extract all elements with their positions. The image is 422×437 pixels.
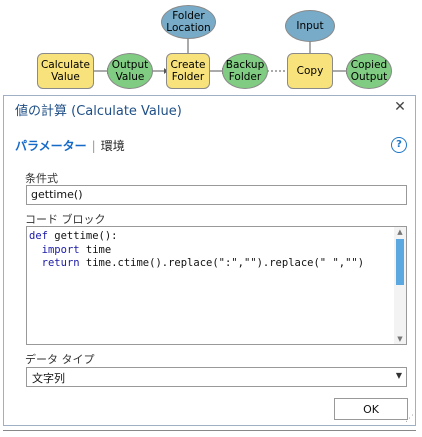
resize-grip-icon[interactable]: ⋰	[405, 414, 414, 424]
copy-node[interactable]: Copy	[287, 53, 333, 89]
dialog-tabs: パラメーター | 環境	[15, 137, 125, 155]
calculate-value-dialog: 値の計算 (Calculate Value) ✕ パラメーター | 環境 ? 条件式…	[3, 95, 416, 426]
expression-label: 条件式	[25, 172, 58, 185]
copied-output-node[interactable]: Copied Output	[346, 53, 392, 89]
help-icon[interactable]: ?	[391, 137, 407, 153]
ok-button[interactable]: OK	[334, 398, 408, 420]
data-type-select[interactable]: 文字列 ▼	[26, 367, 407, 387]
tab-parameters[interactable]: パラメーター	[15, 139, 87, 153]
code-line: time	[79, 243, 112, 256]
code-keyword: import	[41, 243, 80, 256]
code-line: gettime():	[47, 230, 118, 242]
code-line: time.ctime().replace(":","").replace(" "…	[79, 257, 365, 269]
bottom-divider	[3, 430, 416, 431]
folder-location-node[interactable]: Folder Location	[161, 5, 216, 39]
dialog-title: 値の計算 (Calculate Value)	[15, 104, 182, 119]
close-icon[interactable]: ✕	[392, 99, 408, 115]
tab-environments[interactable]: 環境	[101, 139, 125, 153]
tab-separator: |	[91, 139, 96, 153]
data-type-value: 文字列	[32, 372, 65, 385]
code-keyword: return	[41, 257, 80, 269]
backup-folder-node[interactable]: Backup Folder	[222, 53, 268, 89]
input-node[interactable]: Input	[285, 10, 335, 42]
code-block-text[interactable]: def gettime(): import time return time.c…	[29, 230, 364, 271]
data-type-label: データ タイプ	[25, 353, 95, 366]
scroll-down-icon[interactable]: ▼	[394, 334, 406, 344]
scroll-up-icon[interactable]: ▲	[394, 227, 406, 237]
code-block-label: コード ブロック	[25, 213, 106, 226]
calculate-value-node[interactable]: Calculate Value	[37, 53, 94, 89]
dialog-titlebar: 値の計算 (Calculate Value) ✕	[4, 96, 415, 120]
model-diagram: Calculate Value Output Value Create Fold…	[0, 0, 422, 100]
output-value-node[interactable]: Output Value	[107, 53, 153, 89]
expression-input[interactable]: gettime()	[26, 185, 407, 205]
code-keyword: def	[29, 230, 48, 242]
scroll-thumb[interactable]	[396, 239, 404, 285]
code-scrollbar[interactable]: ▲ ▼	[394, 227, 406, 344]
code-block-editor[interactable]: def gettime(): import time return time.c…	[26, 226, 407, 345]
chevron-down-icon[interactable]: ▼	[396, 371, 402, 380]
create-folder-node[interactable]: Create Folder	[166, 53, 210, 89]
